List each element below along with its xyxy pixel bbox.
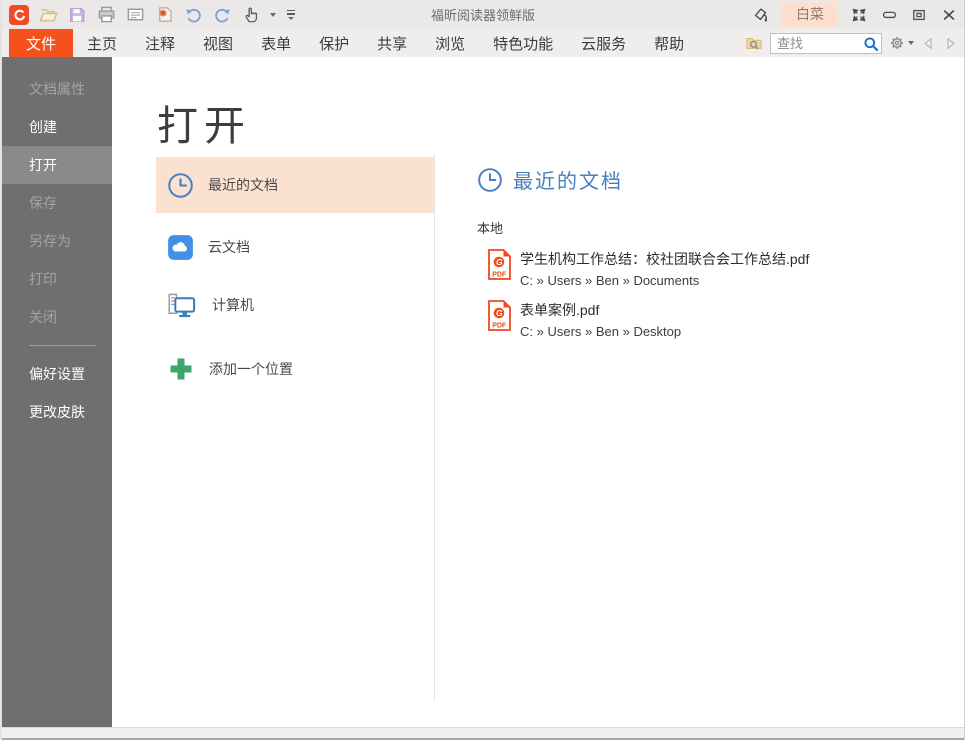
file-menu-sidebar: 文档属性 创建 打开 保存 另存为 打印 关闭 偏好设置 更改皮肤	[2, 57, 112, 727]
sidebar-divider	[29, 345, 96, 346]
sidebar-item-change-skin[interactable]: 更改皮肤	[2, 393, 112, 431]
menu-bar: 文件 主页 注释 视图 表单 保护 共享 浏览 特色功能 云服务 帮助	[2, 29, 964, 57]
nav-back-icon[interactable]	[921, 36, 936, 51]
recent-documents-header: 最近的文档	[477, 165, 947, 194]
settings-caret-icon	[908, 41, 914, 45]
create-pdf-icon[interactable]	[154, 5, 174, 25]
menubar-right-cluster	[745, 29, 958, 57]
hand-tool-icon[interactable]	[241, 5, 261, 25]
group-label-local: 本地	[477, 218, 947, 237]
svg-text:PDF: PDF	[492, 323, 507, 330]
open-file-icon[interactable]	[38, 5, 58, 25]
search-icon[interactable]	[863, 36, 879, 52]
title-bar: 福昕阅读器领鲜版 白菜	[2, 0, 964, 29]
redo-icon[interactable]	[212, 5, 232, 25]
status-bar	[2, 727, 964, 740]
source-label: 添加一个位置	[209, 359, 293, 379]
file-path: C: » Users » Ben » Desktop	[520, 324, 681, 339]
fullscreen-icon[interactable]	[850, 6, 868, 24]
save-icon[interactable]	[67, 5, 87, 25]
sidebar-item-open[interactable]: 打开	[2, 146, 112, 184]
tab-share[interactable]: 共享	[363, 29, 421, 57]
pdf-file-icon: G PDF	[488, 249, 511, 288]
recent-file-row[interactable]: G PDF 表单案例.pdf C: » Users » Ben » Desktop	[488, 300, 947, 339]
change-skin-icon[interactable]	[752, 6, 770, 24]
sidebar-item-print: 打印	[2, 260, 112, 298]
clock-icon	[167, 172, 194, 199]
minimize-button[interactable]	[880, 6, 898, 24]
tab-home[interactable]: 主页	[73, 29, 131, 57]
tab-protect[interactable]: 保护	[305, 29, 363, 57]
source-computer[interactable]: 计算机	[156, 277, 435, 333]
sidebar-item-save: 保存	[2, 184, 112, 222]
sidebar-item-preferences[interactable]: 偏好设置	[2, 355, 112, 393]
account-button[interactable]: 白菜	[782, 2, 838, 27]
source-add-place[interactable]: 添加一个位置	[156, 341, 435, 397]
search-box	[770, 33, 882, 54]
sidebar-item-create[interactable]: 创建	[2, 108, 112, 146]
menu-tabs: 文件 主页 注释 视图 表单 保护 共享 浏览 特色功能 云服务 帮助	[2, 29, 698, 57]
tab-cloud[interactable]: 云服务	[567, 29, 640, 57]
print-icon[interactable]	[96, 5, 116, 25]
customize-toolbar-icon[interactable]	[287, 10, 295, 20]
source-cloud-documents[interactable]: 云文档	[156, 219, 435, 275]
tab-view[interactable]: 视图	[189, 29, 247, 57]
backstage-view: 文档属性 创建 打开 保存 另存为 打印 关闭 偏好设置 更改皮肤 打开 最近的…	[2, 57, 964, 727]
app-window: 福昕阅读器领鲜版 白菜	[0, 0, 965, 740]
svg-text:G: G	[496, 308, 503, 318]
clock-icon	[477, 167, 503, 193]
file-path: C: » Users » Ben » Documents	[520, 273, 809, 288]
source-label: 云文档	[208, 237, 250, 257]
tab-help[interactable]: 帮助	[640, 29, 698, 57]
source-label: 计算机	[212, 295, 254, 315]
file-name: 学生机构工作总结：校社团联合会工作总结.pdf	[520, 249, 809, 269]
cloud-icon	[167, 234, 194, 261]
panel-divider	[434, 155, 435, 702]
tab-browse[interactable]: 浏览	[421, 29, 479, 57]
sidebar-item-document-properties: 文档属性	[2, 70, 112, 108]
search-folder-icon[interactable]	[745, 34, 763, 52]
source-label: 最近的文档	[208, 175, 278, 195]
recent-file-row[interactable]: G PDF 学生机构工作总结：校社团联合会工作总结.pdf C: » Users …	[488, 249, 947, 288]
computer-icon	[167, 290, 198, 321]
titlebar-controls: 白菜	[752, 0, 958, 29]
close-button[interactable]	[940, 6, 958, 24]
document-icon[interactable]	[125, 5, 145, 25]
tab-features[interactable]: 特色功能	[479, 29, 567, 57]
sidebar-item-save-as: 另存为	[2, 222, 112, 260]
undo-icon[interactable]	[183, 5, 203, 25]
recent-documents-panel: 最近的文档 本地 G PDF 学生机构工作总结：校社团联合会工作总结.pdf C:…	[477, 165, 947, 339]
file-name: 表单案例.pdf	[520, 300, 681, 320]
settings-dropdown[interactable]	[889, 35, 914, 51]
nav-forward-icon[interactable]	[943, 36, 958, 51]
hand-tool-dropdown-caret[interactable]	[270, 13, 276, 17]
add-place-icon	[167, 355, 195, 383]
source-recent-documents[interactable]: 最近的文档	[156, 157, 435, 213]
app-logo-icon[interactable]	[9, 5, 29, 25]
page-title: 打开	[157, 92, 251, 152]
tab-comment[interactable]: 注释	[131, 29, 189, 57]
pdf-file-icon: G PDF	[488, 300, 511, 339]
window-title: 福昕阅读器领鲜版	[431, 5, 535, 24]
recent-header-label: 最近的文档	[513, 165, 623, 194]
restore-button[interactable]	[910, 6, 928, 24]
quick-access-toolbar	[2, 5, 295, 25]
svg-text:PDF: PDF	[492, 272, 507, 279]
svg-text:G: G	[496, 257, 503, 267]
tab-file[interactable]: 文件	[9, 29, 73, 57]
sidebar-item-close: 关闭	[2, 298, 112, 336]
tab-form[interactable]: 表单	[247, 29, 305, 57]
